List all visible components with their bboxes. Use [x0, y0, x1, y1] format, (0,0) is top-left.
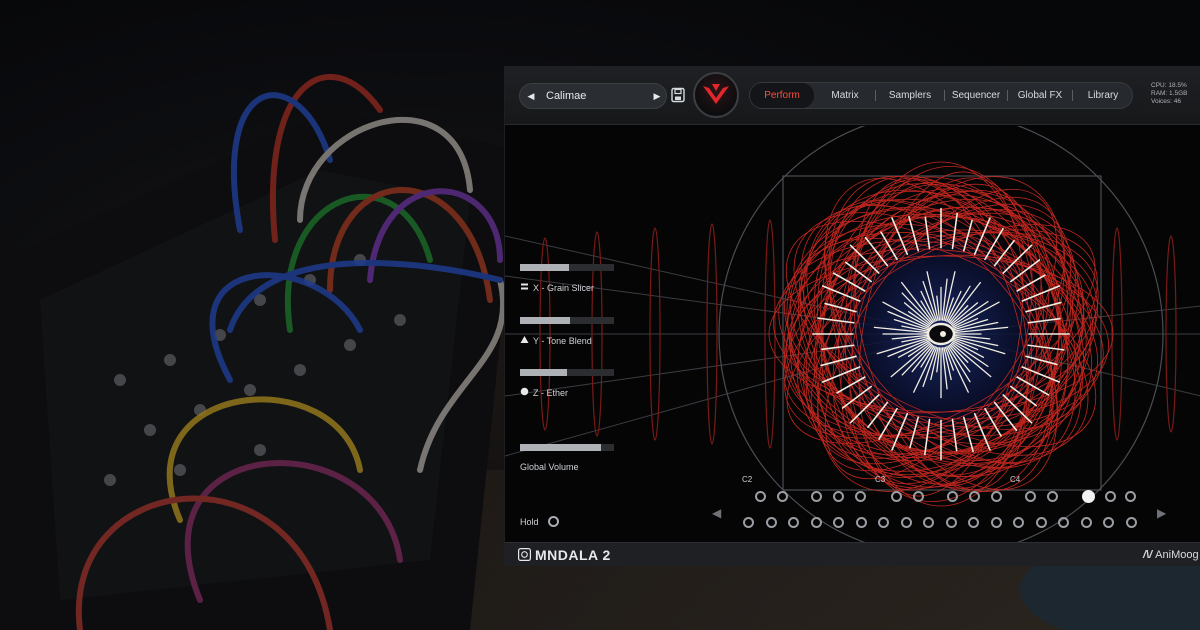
- top-toolbar: ◀ Calimae ▶ Perform Matrix Samplers Sequ…: [505, 66, 1200, 125]
- keyboard-key[interactable]: [1105, 491, 1116, 502]
- previous-preset-icon[interactable]: ◀: [522, 84, 540, 108]
- mandala-center-dot: [940, 331, 946, 337]
- circle-icon: [520, 387, 529, 396]
- hold-label: Hold: [520, 517, 539, 527]
- keyboard-key[interactable]: [833, 491, 844, 502]
- param-z-label: Z - Ether: [533, 388, 569, 398]
- keyboard-key[interactable]: [1080, 517, 1092, 528]
- keyboard-key[interactable]: [991, 491, 1002, 502]
- keyboard-key[interactable]: [743, 517, 754, 528]
- tab-sequencer[interactable]: Sequencer: [945, 83, 1007, 108]
- perform-panel: X - Grain Slicer Y - Tone Blend Z - Ethe…: [505, 126, 1200, 542]
- product-name: MNDALA 2: [535, 547, 611, 563]
- keyboard-key[interactable]: [990, 517, 1002, 528]
- animoog-mark-icon: /\/: [1143, 549, 1153, 561]
- keyboard-key[interactable]: [811, 491, 822, 502]
- keyboard-key[interactable]: [968, 517, 979, 528]
- ram-readout: RAM: 1.5GB: [1151, 90, 1188, 97]
- param-z-ether[interactable]: Z - Ether: [520, 369, 614, 398]
- param-x-grain-slicer[interactable]: X - Grain Slicer: [520, 264, 614, 293]
- vendor-logo: /\/AniMoog: [1143, 549, 1199, 561]
- global-volume-slider[interactable]: [520, 444, 614, 451]
- vendor-name: AniMoog: [1155, 549, 1199, 561]
- param-x-slider[interactable]: [520, 264, 614, 271]
- main-tab-bar: Perform Matrix Samplers Sequencer Global…: [749, 82, 1133, 109]
- param-y-tone-blend[interactable]: Y - Tone Blend: [520, 317, 614, 346]
- keyboard-key[interactable]: [1082, 490, 1095, 503]
- tab-samplers[interactable]: Samplers: [876, 83, 944, 108]
- keyboard-key[interactable]: [833, 517, 844, 528]
- param-global-volume[interactable]: Global Volume: [520, 444, 614, 472]
- tab-perform[interactable]: Perform: [750, 83, 814, 108]
- keyboard-key[interactable]: [913, 491, 924, 502]
- mndala-logo-icon[interactable]: [693, 72, 739, 118]
- keyboard-key[interactable]: [1058, 517, 1069, 528]
- keyboard-key[interactable]: [945, 517, 957, 528]
- parallel-lines-icon: [521, 283, 528, 290]
- keyboard-key[interactable]: [1103, 517, 1114, 528]
- keyboard-key[interactable]: [810, 517, 822, 528]
- keyboard-key[interactable]: [891, 491, 902, 502]
- global-volume-fill: [520, 444, 601, 451]
- param-y-fill: [520, 317, 570, 324]
- next-preset-icon[interactable]: ▶: [648, 84, 666, 108]
- param-y-label: Y - Tone Blend: [533, 336, 592, 346]
- param-y-slider[interactable]: [520, 317, 614, 324]
- octave-label-c2: C2: [742, 475, 753, 484]
- footer-bar: MNDALA 2 /\/AniMoog: [505, 542, 1200, 566]
- preset-selector[interactable]: ◀ Calimae ▶: [519, 83, 667, 109]
- logo-v-icon: [703, 84, 729, 104]
- keyboard-key[interactable]: [1125, 491, 1136, 502]
- hold-toggle[interactable]: [548, 516, 559, 527]
- preset-name: Calimae: [546, 90, 587, 102]
- tab-matrix[interactable]: Matrix: [816, 83, 874, 108]
- keyboard-key[interactable]: [1125, 517, 1137, 528]
- floppy-disk-icon[interactable]: [671, 87, 685, 103]
- keyboard-key[interactable]: [969, 491, 980, 502]
- keyboard-key[interactable]: [855, 491, 866, 502]
- param-z-slider[interactable]: [520, 369, 614, 376]
- keyboard-key[interactable]: [755, 491, 766, 502]
- octave-down-icon[interactable]: ◀: [712, 506, 721, 520]
- keyboard-key[interactable]: [900, 517, 912, 528]
- keyboard-key[interactable]: [878, 517, 889, 528]
- keyboard-key[interactable]: [765, 517, 777, 528]
- keyboard-key[interactable]: [1047, 491, 1058, 502]
- octave-label-c3: C3: [875, 475, 886, 484]
- mndala-brand-icon: [518, 548, 531, 561]
- global-volume-label: Global Volume: [520, 462, 579, 472]
- keyboard-key[interactable]: [855, 517, 867, 528]
- tab-library[interactable]: Library: [1073, 83, 1133, 108]
- keyboard-key[interactable]: [1013, 517, 1024, 528]
- param-x-label: X - Grain Slicer: [533, 283, 595, 293]
- keyboard-key[interactable]: [777, 491, 788, 502]
- octave-label-c4: C4: [1010, 475, 1021, 484]
- keyboard-key[interactable]: [947, 491, 958, 502]
- keyboard-key[interactable]: [923, 517, 934, 528]
- cpu-readout: CPU: 18.5%: [1151, 82, 1187, 89]
- tab-global-fx[interactable]: Global FX: [1008, 83, 1072, 108]
- keyboard-key[interactable]: [1035, 517, 1047, 528]
- system-stats: CPU: 18.5% RAM: 1.5GB Voices: 46: [1151, 82, 1199, 106]
- voices-readout: Voices: 46: [1151, 98, 1181, 105]
- keyboard-key[interactable]: [788, 517, 799, 528]
- param-x-fill: [520, 264, 569, 271]
- mandala-visualizer[interactable]: [505, 126, 1200, 542]
- triangle-icon: [520, 336, 529, 343]
- octave-up-icon[interactable]: ▶: [1157, 506, 1166, 520]
- keyboard-key[interactable]: [1025, 491, 1036, 502]
- param-z-fill: [520, 369, 567, 376]
- mndala-plugin-window: ◀ Calimae ▶ Perform Matrix Samplers Sequ…: [504, 66, 1200, 566]
